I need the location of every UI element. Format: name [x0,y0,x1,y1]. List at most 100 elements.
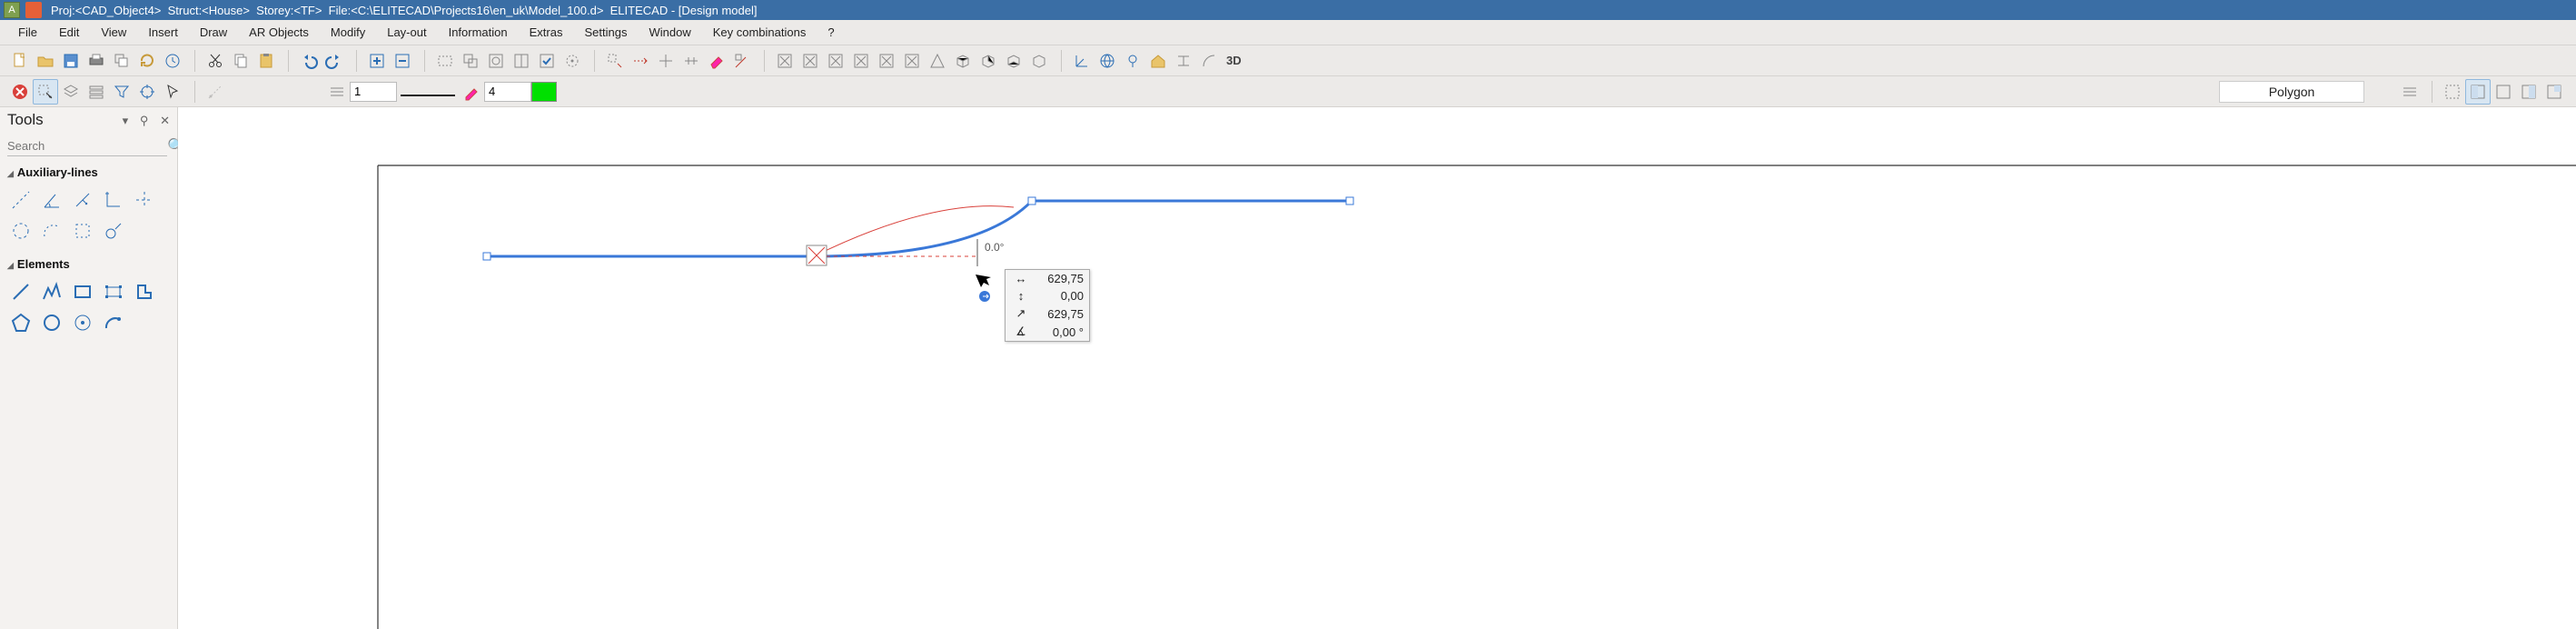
el-rect[interactable] [67,276,98,307]
aux-tangent[interactable] [98,215,129,246]
check-box-icon[interactable] [534,48,560,74]
double-box-icon[interactable] [458,48,483,74]
open-folder-icon[interactable] [33,48,58,74]
menu-window[interactable]: Window [638,22,701,43]
layers-icon[interactable] [58,79,84,105]
section-elements[interactable]: Elements [0,254,177,275]
split-box-icon[interactable] [509,48,534,74]
new-file-icon[interactable] [7,48,33,74]
aux-diag-dash[interactable] [5,185,36,215]
menu-file[interactable]: File [7,22,48,43]
cut-icon[interactable] [203,48,228,74]
color-swatch[interactable] [531,82,557,102]
menu-draw[interactable]: Draw [189,22,238,43]
plus-box-icon[interactable] [364,48,390,74]
eraser-icon[interactable] [704,48,729,74]
shape-name-field[interactable]: Polygon [2219,81,2364,103]
x-box-6[interactable] [899,48,925,74]
minus-box-icon[interactable] [390,48,415,74]
lines-icon[interactable] [2397,79,2422,105]
menu-info[interactable]: Information [438,22,519,43]
redo-icon[interactable] [322,48,347,74]
x-box-4[interactable] [848,48,874,74]
el-polyline[interactable] [36,276,67,307]
drawing-canvas[interactable]: 0.0° ↔629,75 ↕0,00 ↗629,75 ∡0,00 ° [178,107,2576,629]
el-arc-point[interactable] [98,307,129,338]
panel-pin-icon[interactable]: ⚲ [140,114,149,127]
aux-square-dots[interactable] [67,215,98,246]
undo-icon[interactable] [296,48,322,74]
menu-settings[interactable]: Settings [573,22,638,43]
menu-edit[interactable]: Edit [48,22,90,43]
spread-icon[interactable] [679,48,704,74]
crosshair-icon[interactable] [653,48,679,74]
panel-close-icon[interactable]: ✕ [160,114,170,127]
cube-d-icon[interactable] [1026,48,1052,74]
target-icon[interactable] [134,79,160,105]
aux-arc-dots[interactable] [36,215,67,246]
linetype-input[interactable] [350,82,397,102]
menu-layout[interactable]: Lay-out [376,22,437,43]
x-box-2[interactable] [798,48,823,74]
cube-c-icon[interactable] [1001,48,1026,74]
linetype-icon[interactable] [324,79,350,105]
aux-circle-dash[interactable] [5,215,36,246]
layout-a-icon[interactable] [2465,79,2491,105]
reload-icon[interactable] [134,48,160,74]
copy-icon[interactable] [228,48,253,74]
menu-ar[interactable]: AR Objects [238,22,320,43]
aux-corner[interactable] [98,185,129,215]
house-icon[interactable] [1145,48,1171,74]
el-rect-handles[interactable] [98,276,129,307]
cube-b-icon[interactable] [976,48,1001,74]
el-l-shape[interactable] [129,276,160,307]
box-dash-icon[interactable] [432,48,458,74]
panel-dropdown-icon[interactable]: ▾ [123,114,129,127]
menu-keys[interactable]: Key combinations [702,22,817,43]
3d-label[interactable]: 3D [1222,48,1246,74]
layout-d-icon[interactable] [2541,79,2567,105]
dim-arrow-icon[interactable] [628,48,653,74]
cursor-select-icon[interactable] [33,79,58,105]
globe-icon[interactable] [1095,48,1120,74]
aux-angle[interactable] [36,185,67,215]
print-icon[interactable] [84,48,109,74]
pen-input[interactable] [484,82,531,102]
el-target[interactable] [67,307,98,338]
section-aux-lines[interactable]: Auxiliary-lines [0,162,177,183]
menu-extras[interactable]: Extras [519,22,574,43]
dim-line-icon[interactable] [203,79,228,105]
cube-a-icon[interactable] [950,48,976,74]
clock-icon[interactable] [160,48,185,74]
paste-icon[interactable] [253,48,279,74]
layout-b-icon[interactable] [2491,79,2516,105]
search-input[interactable] [7,136,167,156]
circ-target-icon[interactable] [560,48,585,74]
aux-cross[interactable] [129,185,160,215]
x-box-3[interactable] [823,48,848,74]
el-pentagon[interactable] [5,307,36,338]
stack-icon[interactable] [84,79,109,105]
x-box-5[interactable] [874,48,899,74]
menu-view[interactable]: View [90,22,137,43]
menu-insert[interactable]: Insert [137,22,189,43]
filter-pointer-icon[interactable] [109,79,134,105]
dim-move-icon[interactable] [602,48,628,74]
aux-perp-arrow[interactable] [67,185,98,215]
pin-icon[interactable] [1120,48,1145,74]
double-t-icon[interactable] [1171,48,1196,74]
axis-icon[interactable] [1069,48,1095,74]
dashed-sel-icon[interactable] [2440,79,2465,105]
layout-c-icon[interactable] [2516,79,2541,105]
menu-help[interactable]: ? [817,22,845,43]
pen-icon[interactable] [459,79,484,105]
el-circle[interactable] [36,307,67,338]
x-box-1[interactable] [772,48,798,74]
copy-storey-icon[interactable] [109,48,134,74]
pointer-icon[interactable] [160,79,185,105]
triangle-up-icon[interactable] [925,48,950,74]
save-icon[interactable] [58,48,84,74]
close-x-icon[interactable] [7,79,33,105]
menu-modify[interactable]: Modify [320,22,376,43]
el-line[interactable] [5,276,36,307]
